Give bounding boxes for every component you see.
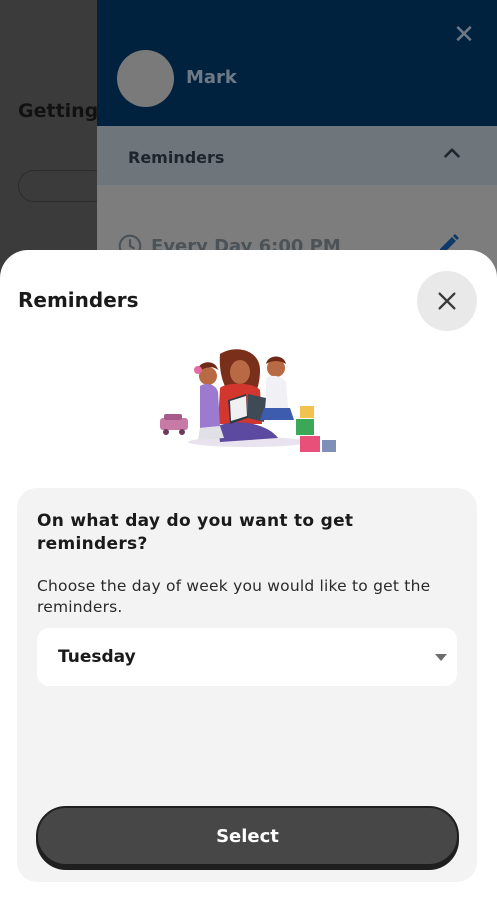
user-name: Mark (186, 67, 237, 88)
sheet-title: Reminders (18, 288, 139, 312)
reminders-section-header[interactable]: Reminders (97, 126, 497, 185)
question-description: Choose the day of week you would like to… (37, 577, 431, 616)
drawer-close-icon[interactable]: ✕ (449, 20, 479, 50)
reminders-bottom-sheet: Reminders On what day do you want to get… (0, 250, 497, 903)
caret-down-icon (435, 654, 447, 661)
select-button[interactable]: Select (36, 806, 459, 866)
close-button[interactable] (417, 271, 477, 331)
chevron-up-icon (444, 148, 460, 158)
background-input (18, 170, 108, 202)
page-title: Getting (18, 100, 99, 122)
question-heading: On what day do you want to get reminders… (37, 511, 354, 554)
day-select[interactable]: Tuesday (37, 628, 457, 686)
avatar (117, 50, 174, 107)
drawer-header: Mark ✕ (97, 0, 497, 126)
day-picker-card: On what day do you want to get reminders… (17, 488, 477, 882)
select-button-label: Select (216, 825, 279, 847)
section-label: Reminders (128, 148, 225, 167)
close-icon (438, 292, 456, 310)
family-reading-illustration (160, 349, 336, 452)
selected-day: Tuesday (58, 647, 136, 667)
